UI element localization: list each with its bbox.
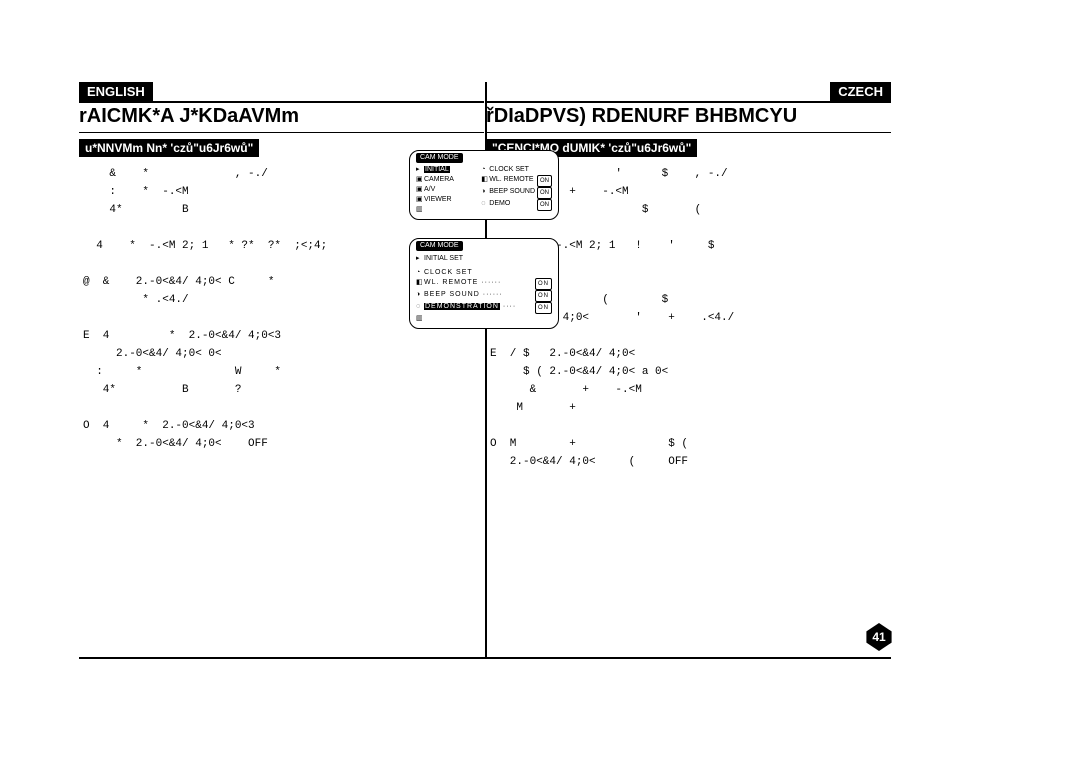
page-number-badge: 41 [865, 623, 893, 651]
menu2-state1: ON [535, 278, 552, 290]
menu1-col1-1: CAMERA [424, 176, 454, 183]
left-page-title: rAICMK*A J*KDaAVMm [79, 105, 484, 133]
right-page-title: řDIaDPVS) RDENURF BHBMCYU [486, 105, 891, 133]
return-icon: ▥ [416, 205, 424, 215]
camera-icon: ▣ [416, 175, 424, 185]
cursor-icon: ▸ [416, 254, 424, 264]
menu1-col2-0: CLOCK SET [489, 166, 529, 173]
menu2-state3: ON [535, 302, 552, 314]
menu2-row0: CLOCK SET [424, 269, 473, 276]
menu1-title: CAM MODE [416, 153, 463, 163]
menu2-row1: WL. REMOTE [424, 279, 478, 286]
menu1-col2-2: BEEP SOUND [489, 188, 535, 195]
left-subhead: u*NNVMm Nn* 'czů"u6Jr6wů" [79, 139, 259, 157]
remote-icon: ◧ [416, 278, 424, 288]
return-icon: ▥ [416, 314, 424, 324]
beep-icon: ◑ [416, 290, 424, 300]
dots: ······ [481, 279, 501, 286]
menu2-sub: INITIAL SET [424, 255, 463, 262]
menu-box-1: CAM MODE ▸INITIAL ▣CAMERA ▣A/V ▣VIEWER ▥… [409, 150, 559, 220]
menu2-title: CAM MODE [416, 241, 463, 251]
menu1-state-2: ON [537, 187, 552, 199]
menu-box-2: CAM MODE ▸INITIAL SET ◔CLOCK SET ◧WL. RE… [409, 238, 559, 329]
menu1-col1-0: INITIAL [424, 166, 450, 173]
menu1-col2-3: DEMO [489, 200, 510, 207]
clock-icon: ◔ [416, 268, 424, 278]
dots: ···· [503, 303, 516, 310]
lang-tag-right: CZECH [830, 82, 891, 101]
menu1-col1-3: VIEWER [424, 196, 452, 203]
menu2-state2: ON [535, 290, 552, 302]
menu1-state-3: ON [537, 199, 552, 211]
av-icon: ▣ [416, 185, 424, 195]
menu-illustrations: CAM MODE ▸INITIAL ▣CAMERA ▣A/V ▣VIEWER ▥… [409, 150, 559, 347]
viewer-icon: ▣ [416, 195, 424, 205]
page-frame: ENGLISH rAICMK*A J*KDaAVMm u*NNVMm Nn* '… [79, 82, 891, 659]
menu2-row2: BEEP SOUND [424, 291, 480, 298]
menu2-row3: DEMONSTRATION [424, 303, 500, 310]
menu1-col1-2: A/V [424, 186, 435, 193]
demo-icon: ◌ [416, 302, 424, 312]
dots: ······ [483, 291, 503, 298]
menu1-col2-1: WL. REMOTE [489, 176, 533, 183]
cursor-icon: ▸ [416, 165, 424, 175]
menu1-state-1: ON [537, 175, 552, 187]
lang-tag-left: ENGLISH [79, 82, 153, 101]
